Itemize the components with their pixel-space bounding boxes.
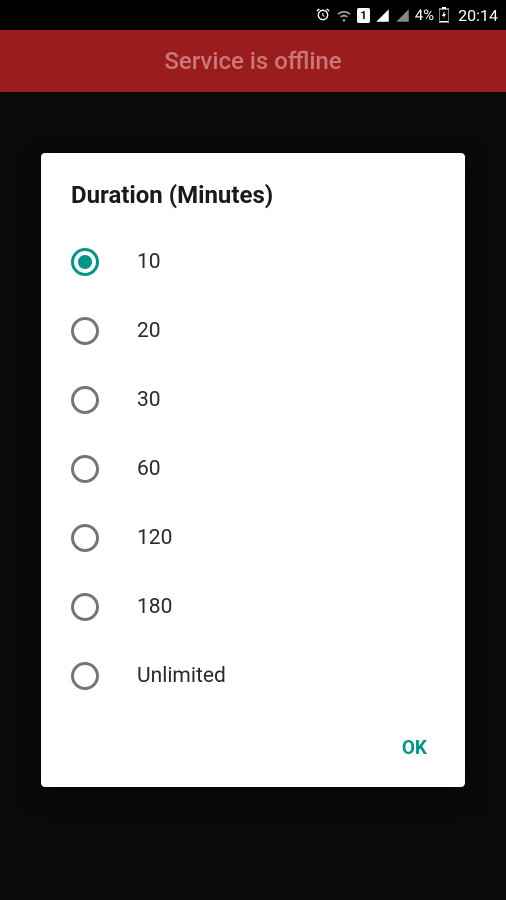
- radio-label: 10: [137, 250, 161, 274]
- dialog-overlay: Duration (Minutes) 10 20 30 60 120: [0, 0, 506, 900]
- radio-label: 120: [137, 526, 172, 550]
- radio-label: 30: [137, 388, 161, 412]
- radio-button[interactable]: [71, 248, 99, 276]
- radio-option-unlimited[interactable]: Unlimited: [41, 641, 465, 710]
- radio-label: 60: [137, 457, 161, 481]
- radio-label: 20: [137, 319, 161, 343]
- radio-option-30[interactable]: 30: [41, 365, 465, 434]
- radio-button[interactable]: [71, 593, 99, 621]
- radio-list: 10 20 30 60 120 180: [41, 227, 465, 710]
- duration-dialog: Duration (Minutes) 10 20 30 60 120: [41, 153, 465, 787]
- radio-button[interactable]: [71, 455, 99, 483]
- radio-button[interactable]: [71, 386, 99, 414]
- radio-option-10[interactable]: 10: [41, 227, 465, 296]
- dialog-title: Duration (Minutes): [41, 181, 465, 227]
- ok-button[interactable]: OK: [390, 728, 439, 767]
- radio-button[interactable]: [71, 317, 99, 345]
- radio-label: Unlimited: [137, 664, 226, 688]
- radio-option-180[interactable]: 180: [41, 572, 465, 641]
- radio-option-120[interactable]: 120: [41, 503, 465, 572]
- radio-button[interactable]: [71, 524, 99, 552]
- radio-option-60[interactable]: 60: [41, 434, 465, 503]
- dialog-actions: OK: [41, 710, 465, 773]
- radio-button[interactable]: [71, 662, 99, 690]
- radio-option-20[interactable]: 20: [41, 296, 465, 365]
- radio-label: 180: [137, 595, 172, 619]
